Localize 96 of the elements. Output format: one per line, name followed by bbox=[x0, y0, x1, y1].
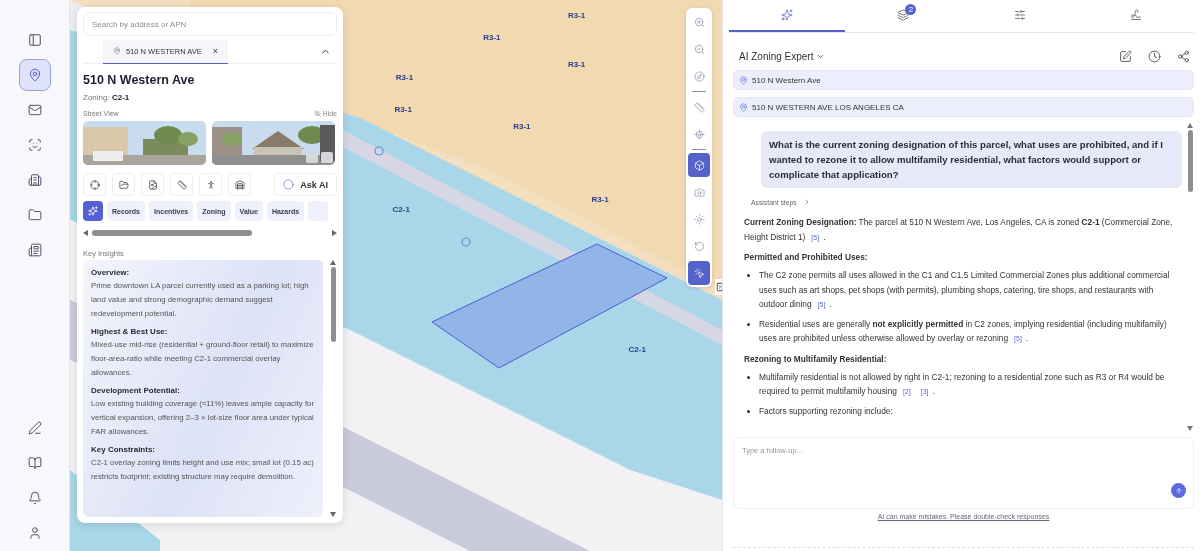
layers-icon bbox=[897, 9, 910, 21]
arrow-up-icon bbox=[1174, 486, 1183, 495]
eye-off-icon bbox=[313, 110, 321, 117]
cube-icon bbox=[693, 159, 705, 171]
insight-heading: Development Potential: bbox=[91, 386, 181, 395]
tool-button[interactable] bbox=[141, 173, 164, 196]
panel-tab[interactable]: 2 bbox=[845, 0, 962, 32]
zone-label: R3-1 bbox=[591, 194, 609, 204]
face-scan-icon bbox=[27, 138, 42, 152]
map-pin-icon bbox=[739, 75, 748, 85]
scroll-down-icon[interactable] bbox=[1187, 426, 1193, 431]
chevron-down-icon bbox=[816, 52, 826, 61]
user-icon bbox=[27, 526, 42, 540]
pointer-button[interactable] bbox=[688, 261, 710, 285]
edit-icon bbox=[1119, 50, 1132, 63]
map-pin-icon bbox=[27, 68, 42, 82]
close-tab-button[interactable]: × bbox=[212, 46, 218, 56]
target-icon bbox=[89, 179, 100, 190]
zoom-in-icon bbox=[693, 16, 705, 28]
clock-icon bbox=[1148, 50, 1161, 63]
tool-button[interactable] bbox=[199, 173, 222, 196]
property-title: 510 N Western Ave bbox=[83, 73, 196, 87]
answer-bullet: Factors supporting rezoning include: bbox=[759, 404, 893, 418]
scroll-up-icon[interactable] bbox=[1187, 123, 1193, 128]
scroll-right-icon[interactable] bbox=[332, 230, 337, 236]
location-chip[interactable]: 510 N WESTERN AVE LOS ANGELES CA bbox=[733, 97, 1194, 117]
zone-label: R3-1 bbox=[483, 32, 501, 42]
ask-ai-button[interactable]: Ask AI bbox=[274, 173, 337, 196]
map-pin-icon bbox=[113, 47, 121, 55]
tool-button[interactable] bbox=[83, 173, 106, 196]
insight-heading: Highest & Best Use: bbox=[91, 327, 169, 336]
building-icon bbox=[27, 173, 42, 187]
share-icon bbox=[1177, 50, 1190, 63]
book-icon bbox=[27, 456, 42, 470]
rail-button[interactable] bbox=[18, 59, 51, 91]
person-icon bbox=[205, 179, 216, 190]
vertical-scrollbar[interactable] bbox=[1186, 123, 1194, 431]
sliders-icon bbox=[1013, 9, 1026, 21]
signature-icon bbox=[1129, 9, 1142, 21]
folder-icon bbox=[27, 208, 42, 222]
bullet-icon bbox=[747, 274, 750, 277]
zone-label: R3-1 bbox=[513, 121, 531, 131]
map-pin-icon bbox=[739, 102, 748, 112]
user-message: What is the current zoning designation of this parcel, what uses are prohibited, and if I wanted to rezone it to allow multifamily residential, what factors would support or complicate that application? bbox=[761, 131, 1182, 188]
zone-label: R3-1 bbox=[567, 59, 586, 69]
zone-label: R3-1 bbox=[394, 104, 412, 114]
answer-heading: Permitted and Prohibited Uses: bbox=[744, 251, 869, 264]
clock-button[interactable] bbox=[1148, 50, 1161, 63]
document-icon bbox=[27, 243, 42, 257]
sparkles-icon bbox=[88, 206, 98, 216]
tool-button[interactable] bbox=[228, 173, 251, 196]
zoning-text: Zoning: C2-1 bbox=[83, 93, 131, 102]
scroll-left-icon[interactable] bbox=[83, 230, 88, 236]
insight-heading: Key Constraints: bbox=[91, 445, 156, 454]
edit-button[interactable] bbox=[1119, 50, 1132, 63]
camera-icon bbox=[693, 186, 705, 198]
sidebar-toggle-icon bbox=[27, 33, 42, 47]
rotate-icon bbox=[693, 240, 705, 252]
location-chip[interactable]: 510 N Western Ave bbox=[733, 70, 1194, 90]
photo-control-button[interactable] bbox=[321, 152, 333, 163]
tool-button[interactable] bbox=[170, 173, 193, 196]
envelope-icon bbox=[27, 103, 42, 117]
cube-button[interactable] bbox=[688, 153, 710, 177]
locate-icon bbox=[693, 128, 705, 140]
scroll-down-icon[interactable] bbox=[330, 512, 336, 517]
assistant-selector[interactable]: AI Zoning Expert bbox=[739, 51, 826, 62]
ruler-icon bbox=[176, 179, 187, 190]
zone-label: C2-1 bbox=[628, 344, 646, 354]
zone-label: R3-1 bbox=[567, 10, 586, 20]
search-field[interactable]: Search by address or APN bbox=[83, 12, 337, 36]
answer-heading: Rezoning to Multifamily Residential: bbox=[744, 352, 888, 366]
vertical-scrollbar[interactable] bbox=[329, 260, 337, 517]
sun-icon bbox=[693, 213, 705, 225]
bell-icon bbox=[27, 491, 42, 505]
insight-heading: Overview: bbox=[91, 268, 131, 277]
ai-chip[interactable] bbox=[83, 201, 103, 221]
count-badge: 2 bbox=[905, 4, 917, 15]
folder-icon bbox=[118, 179, 129, 190]
pointer-icon bbox=[693, 267, 705, 279]
share-button[interactable] bbox=[1177, 50, 1190, 63]
zoom-out-icon bbox=[693, 43, 705, 55]
compass-icon bbox=[693, 70, 705, 82]
image-file-icon bbox=[147, 179, 158, 190]
bullet-icon bbox=[747, 322, 750, 326]
bullet-icon bbox=[747, 409, 750, 413]
zone-label: R3-1 bbox=[395, 72, 414, 82]
ruler-icon bbox=[693, 101, 705, 113]
tool-button[interactable] bbox=[112, 173, 135, 196]
sparkles-icon bbox=[781, 9, 794, 21]
scroll-up-icon[interactable] bbox=[330, 260, 336, 265]
circle-icon bbox=[283, 179, 295, 190]
send-button[interactable] bbox=[1171, 483, 1186, 498]
pencil-icon bbox=[27, 421, 42, 435]
bullet-icon bbox=[747, 375, 750, 379]
house-icon bbox=[234, 179, 245, 190]
zone-label: C2-1 bbox=[392, 204, 410, 214]
